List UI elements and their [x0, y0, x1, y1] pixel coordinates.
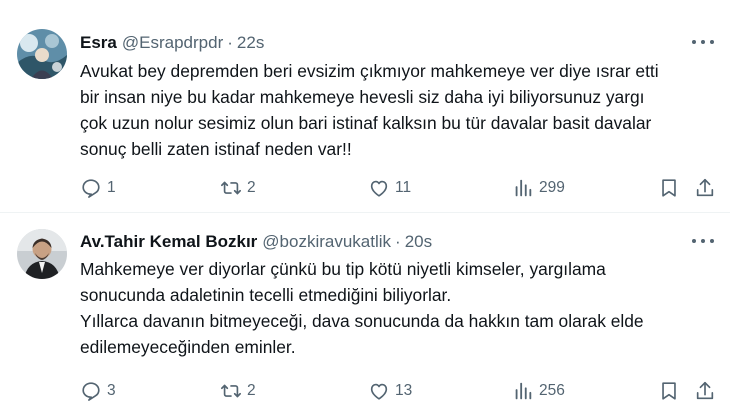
views-button[interactable]: 256: [512, 375, 565, 407]
tweet[interactable]: Av.Tahir Kemal Bozkır @bozkiravukatlik ·…: [0, 213, 730, 420]
more-dots-icon[interactable]: [692, 36, 714, 48]
tweet[interactable]: Esra @Esrapdrpdr · 22s Avukat bey deprem…: [0, 0, 730, 213]
bookmark-icon: [662, 382, 676, 400]
tweet-text-line: Yıllarca davanın bitmeyeceği, dava sonuc…: [80, 311, 644, 331]
repost-count: 2: [247, 179, 256, 196]
reply-count: 3: [107, 382, 116, 399]
views-button[interactable]: 299: [512, 172, 565, 204]
repost-button[interactable]: 2: [220, 375, 256, 407]
views-count: 256: [539, 382, 565, 399]
repost-icon: [221, 181, 241, 195]
author-name[interactable]: Av.Tahir Kemal Bozkır: [80, 232, 257, 252]
author-handle[interactable]: @Esrapdrpdr: [122, 33, 223, 53]
tweet-text-line: sonucunda adaletinin tecelli etmediğini …: [80, 285, 452, 305]
more-dots-icon[interactable]: [692, 235, 714, 247]
reply-icon: [82, 382, 100, 401]
tweet-text-line: edilemeyeceğinden eminler.: [80, 337, 296, 357]
like-count: 13: [395, 382, 413, 399]
like-button[interactable]: 13: [368, 375, 412, 407]
share-button[interactable]: [694, 375, 716, 407]
timestamp[interactable]: 22s: [237, 33, 264, 53]
action-bar: 3 2 13 256: [80, 375, 720, 407]
heart-icon: [370, 180, 388, 197]
share-button[interactable]: [694, 172, 716, 204]
tweet-text-line: Avukat bey depremden beri evsizim çıkmıy…: [80, 61, 659, 81]
reply-icon: [82, 179, 100, 198]
share-icon: [696, 178, 714, 197]
author-name[interactable]: Esra: [80, 33, 117, 53]
repost-count: 2: [247, 382, 256, 399]
reply-count: 1: [107, 179, 116, 196]
views-chart-icon: [515, 179, 532, 197]
separator: ·: [395, 232, 401, 251]
tweet-text: Mahkemeye ver diyorlar çünkü bu tip kötü…: [80, 256, 710, 360]
tweet-header: Av.Tahir Kemal Bozkır @bozkiravukatlik ·…: [80, 232, 432, 252]
reply-button[interactable]: 1: [80, 172, 116, 204]
tweet-text: Avukat bey depremden beri evsizim çıkmıy…: [80, 58, 710, 162]
like-count: 11: [395, 179, 412, 196]
timestamp[interactable]: 20s: [405, 232, 432, 252]
tweet-header: Esra @Esrapdrpdr · 22s: [80, 33, 264, 53]
avatar[interactable]: [17, 229, 67, 279]
like-button[interactable]: 11: [368, 172, 411, 204]
bookmark-icon: [662, 179, 676, 197]
share-icon: [696, 381, 714, 400]
action-bar: 1 2 11 299: [80, 172, 720, 204]
author-handle[interactable]: @bozkiravukatlik: [262, 232, 391, 252]
heart-icon: [370, 383, 388, 400]
bookmark-button[interactable]: [658, 172, 680, 204]
tweet-text-line: çok uzun nolur sesimiz olun bari istinaf…: [80, 113, 652, 133]
reply-button[interactable]: 3: [80, 375, 116, 407]
tweet-text-line: bir insan niye bu kadar mahkemeye hevesl…: [80, 87, 645, 107]
views-chart-icon: [515, 382, 532, 400]
tweet-text-line: sonuç belli zaten istinaf neden var!!: [80, 139, 352, 159]
tweet-text-line: Mahkemeye ver diyorlar çünkü bu tip kötü…: [80, 259, 606, 279]
separator: ·: [227, 33, 233, 52]
bookmark-button[interactable]: [658, 375, 680, 407]
repost-icon: [221, 384, 241, 398]
repost-button[interactable]: 2: [220, 172, 256, 204]
views-count: 299: [539, 179, 565, 196]
avatar[interactable]: [17, 29, 67, 79]
